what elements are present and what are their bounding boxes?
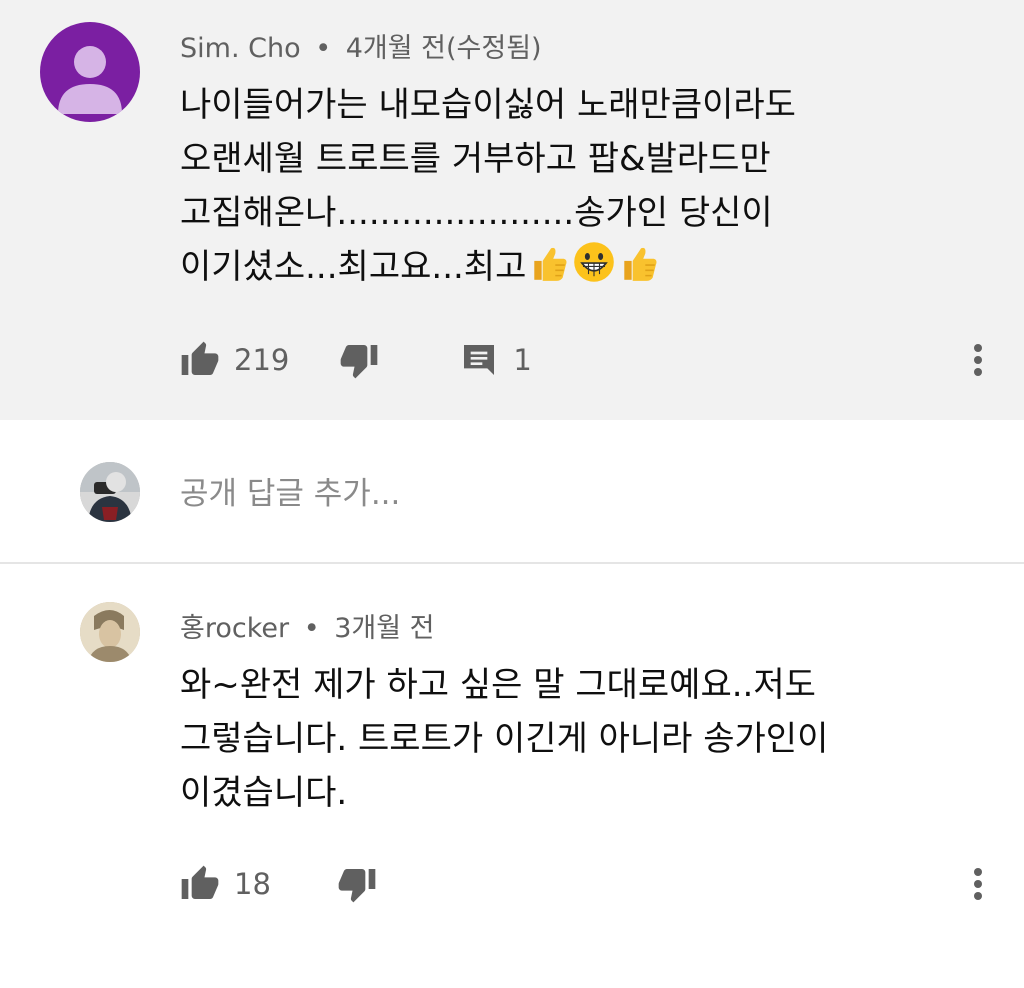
comment-meta: 홍rocker • 3개월 전 [180, 606, 435, 645]
like-icon[interactable] [180, 340, 220, 380]
default-avatar-icon [58, 46, 122, 114]
reply-count: 1 [513, 343, 532, 377]
comment-line: 고집해온나......................송가인 당신이 [180, 193, 773, 233]
comment-line: 그렇습니다. 트로트가 이긴게 아니라 송가인이 [180, 719, 829, 759]
more-options-icon[interactable] [962, 340, 994, 380]
dislike-icon[interactable] [337, 864, 377, 904]
like-count: 219 [234, 343, 290, 377]
comment-line-with-emoji: 이기셨소...최고요...최고 [180, 240, 964, 294]
meta-separator: • [315, 33, 332, 64]
author-avatar[interactable] [80, 602, 140, 662]
like-icon[interactable] [180, 864, 220, 904]
comment: 홍rocker • 3개월 전 와~완전 제가 하고 싶은 말 그대로예요..저… [0, 564, 1024, 988]
comment-line: 이겼습니다. [180, 773, 348, 813]
comment-actions: 219 1 [180, 340, 532, 380]
like-count: 18 [234, 867, 271, 901]
reply-icon[interactable] [459, 340, 499, 380]
meta-separator: • [303, 613, 320, 644]
comment-text: 와~완전 제가 하고 싶은 말 그대로예요..저도 그렇습니다. 트로트가 이긴… [180, 658, 964, 820]
comment-line: 이기셨소...최고요...최고 [180, 247, 527, 287]
comment-text: 나이들어가는 내모습이싫어 노래만큼이라도 오랜세월 트로트를 거부하고 팝&발… [180, 78, 964, 294]
comment-line: 오랜세월 트로트를 거부하고 팝&발라드만 [180, 139, 771, 179]
comment-actions: 18 [180, 864, 377, 904]
author-name[interactable]: Sim. Cho [180, 33, 301, 64]
author-avatar[interactable] [40, 22, 140, 122]
user-photo-icon [80, 602, 140, 662]
user-photo-icon [80, 462, 140, 522]
dislike-icon[interactable] [339, 340, 379, 380]
thumbs-up-emoji-icon [624, 247, 657, 281]
comment-meta: Sim. Cho • 4개월 전(수정됨) [180, 26, 542, 65]
timestamp: 3개월 전 [334, 613, 435, 644]
more-options-icon[interactable] [962, 864, 994, 904]
grinning-face-emoji-icon [574, 242, 615, 282]
comment-highlighted: Sim. Cho • 4개월 전(수정됨) 나이들어가는 내모습이싫어 노래만큼… [0, 0, 1024, 420]
reply-input-bar[interactable]: 공개 답글 추가... [0, 420, 1024, 564]
comment-line: 와~완전 제가 하고 싶은 말 그대로예요..저도 [180, 665, 816, 705]
author-name[interactable]: 홍rocker [180, 613, 289, 644]
comment-line: 나이들어가는 내모습이싫어 노래만큼이라도 [180, 85, 796, 125]
thumbs-up-emoji-icon [534, 247, 567, 281]
my-avatar [80, 462, 140, 522]
timestamp: 4개월 전(수정됨) [345, 33, 542, 64]
reply-placeholder[interactable]: 공개 답글 추가... [180, 468, 400, 513]
